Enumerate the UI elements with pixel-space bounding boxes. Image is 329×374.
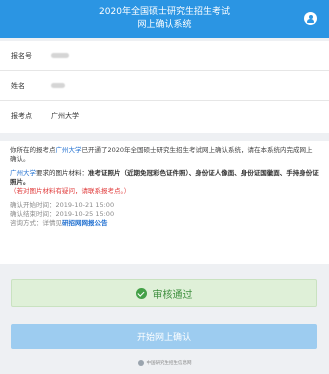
review-status-label: 审核通过: [152, 289, 193, 301]
notice-panel: 你所在的报考点广州大学已开通了2020年全国硕士研究生招生考试网上确认系统，请在…: [0, 141, 329, 264]
app-header: 2020年全国硕士研究生招生考试 网上确认系统: [0, 0, 329, 38]
info-row-exam-site: 报考点 广州大学: [0, 101, 329, 131]
exam-site-value: 广州大学: [51, 112, 79, 120]
notice-text: 要求的图片材料：: [36, 169, 88, 177]
user-icon[interactable]: [304, 12, 317, 25]
exam-site-link[interactable]: 广州大学: [56, 146, 82, 154]
notice-text: 你所在的报考点: [10, 146, 56, 154]
start-time: 确认开始时间：2019-10-21 15:00: [10, 201, 115, 209]
page-title-line1: 2020年全国硕士研究生招生考试: [99, 7, 230, 17]
announcement-link[interactable]: 研招网网报公告: [62, 219, 108, 227]
info-label: 报考点: [11, 112, 32, 120]
info-label: 姓名: [11, 81, 25, 90]
footer-text[interactable]: 中国研究生招生信息网: [147, 360, 192, 366]
info-row-registration-number: 报名号: [0, 41, 329, 71]
exam-site-link[interactable]: 广州大学: [10, 169, 36, 177]
page-title-line2: 网上确认系统: [137, 20, 192, 30]
review-status-badge: 审核通过: [11, 279, 317, 307]
redacted-value: [51, 82, 65, 88]
registration-number-value: [51, 52, 69, 60]
confirmation-dates: 确认开始时间：2019-10-21 15:00 确认结束时间：2019-10-2…: [10, 201, 319, 228]
name-value: [51, 82, 65, 90]
notice-paragraph-materials: 广州大学要求的图片材料：准考证照片（近期免冠彩色证件照）、身份证人像面、身份证国…: [10, 169, 319, 196]
materials-note: （若对图片材料有疑问，请联系报考点。）: [10, 187, 131, 195]
footer: 中国研究生招生信息网: [0, 358, 329, 368]
check-circle-icon: [135, 287, 147, 299]
info-row-name: 姓名: [0, 71, 329, 101]
info-label: 报名号: [11, 51, 32, 60]
consult-text: 咨询方式：详情见: [10, 219, 62, 227]
consult-info: 咨询方式：详情见研招网网报公告: [10, 219, 319, 228]
redacted-value: [51, 52, 69, 58]
end-time: 确认结束时间：2019-10-25 15:00: [10, 210, 115, 218]
start-confirmation-button[interactable]: 开始网上确认: [11, 324, 317, 349]
chsi-logo-icon: [137, 360, 144, 366]
notice-paragraph-open: 你所在的报考点广州大学已开通了2020年全国硕士研究生招生考试网上确认系统，请在…: [10, 146, 319, 164]
candidate-info-panel: 报名号 姓名 报考点 广州大学: [0, 41, 329, 133]
